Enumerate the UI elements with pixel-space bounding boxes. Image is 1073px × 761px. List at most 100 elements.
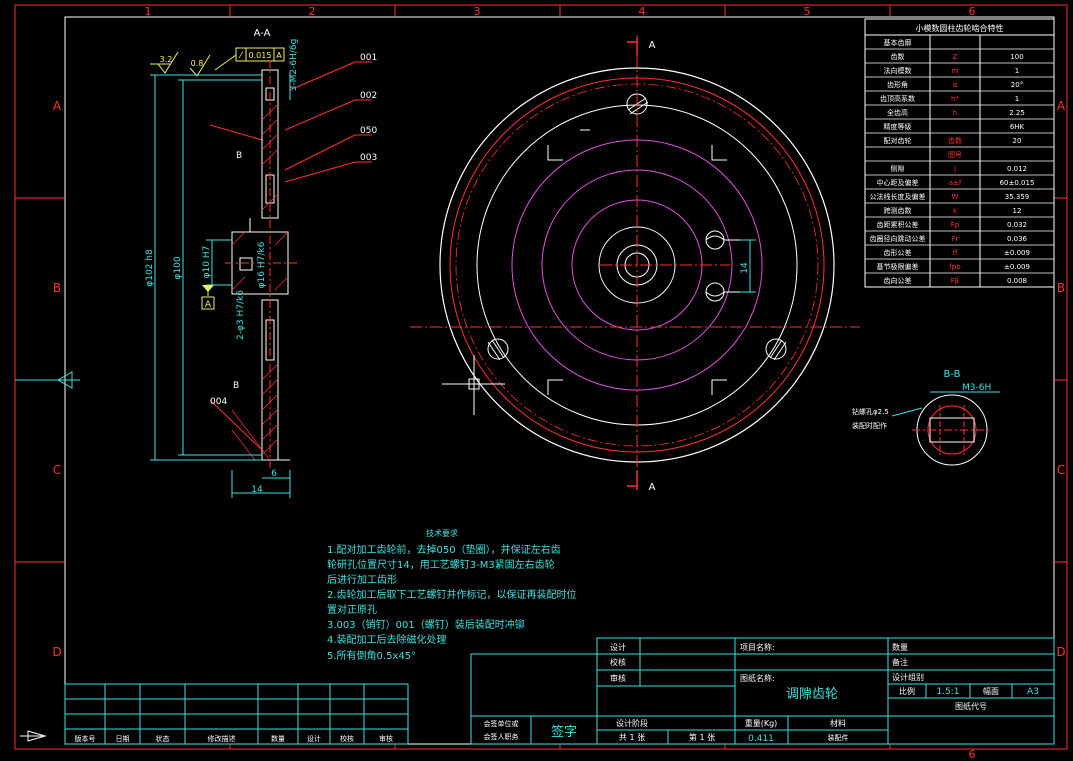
thread-callout: M3-6H <box>962 383 991 393</box>
tech-line-8: 5.所有倒角0.5x45° <box>327 649 416 662</box>
param-symbol: 图号 <box>948 151 962 159</box>
param-label: 全齿高 <box>887 108 908 117</box>
param-symbol: fpb <box>949 263 961 271</box>
tb-scale-value: 1.5:1 <box>936 687 959 697</box>
tb-material-value: 装配件 <box>828 733 849 742</box>
param-value: 6HK <box>1010 123 1025 131</box>
part-tag-003: 003 <box>360 153 377 163</box>
param-symbol: Fβ <box>951 277 960 285</box>
revision-header: 日期 <box>116 735 130 743</box>
param-symbol: a±f <box>949 179 962 187</box>
tb-remark: 备注 <box>892 657 908 667</box>
dim-pins: 2-φ3 H7/k6 <box>236 290 246 340</box>
param-label: 齿形公差 <box>884 248 912 257</box>
datum-label: A <box>205 300 212 310</box>
dim-inner-diameter: φ100 <box>173 256 183 279</box>
tech-line-7: 4.装配加工后去除磁化处理 <box>327 633 447 646</box>
bb-note-1: 钻螺孔φ2.5 <box>852 407 889 416</box>
svg-text:⁄: ⁄ <box>238 51 244 61</box>
dim-bore-large: φ16 H7/k6 <box>257 241 267 288</box>
param-label: 齿距累积公差 <box>877 220 919 229</box>
param-label: 跨测齿数 <box>884 206 912 215</box>
param-symbol: Fp <box>951 221 960 229</box>
param-value: 12 <box>1013 207 1022 215</box>
revision-header: 审核 <box>379 734 393 743</box>
tb-stage: 设计阶段 <box>616 718 648 728</box>
column-label-5: 5 <box>804 5 811 18</box>
section-mark-bottom: A <box>649 482 656 493</box>
param-label: 中心距及偏差 <box>877 178 919 187</box>
dim-bore-small: φ10 H7 <box>202 246 212 279</box>
param-symbol: Z <box>953 53 958 61</box>
param-label: 齿圈径向跳动公差 <box>870 234 926 243</box>
param-value: 0.036 <box>1007 235 1028 243</box>
dim-step: 6 <box>271 469 277 479</box>
drawing-canvas: 1 2 3 4 5 6 6 A B C D A B C D A-A 3.2 0.… <box>14 4 1068 761</box>
tech-line-1: 1.配对加工齿轮前，去掉050（垫圈），并保证左右齿 <box>327 543 561 556</box>
row-label-a: A <box>53 99 62 113</box>
row-label-d: D <box>52 645 61 659</box>
param-label: 基节极限偏差 <box>877 262 919 271</box>
param-label: 配对齿轮 <box>884 136 912 145</box>
side-mark-bottom: B <box>233 381 239 391</box>
tb-company-2: 会签人职务 <box>484 732 519 741</box>
param-label: 公法线长度及偏差 <box>870 192 926 201</box>
tb-drawing-code: 图纸代号 <box>955 701 987 711</box>
param-value: 20° <box>1011 81 1023 89</box>
param-value: 2.25 <box>1009 109 1025 117</box>
column-label-6: 6 <box>969 5 976 18</box>
bb-note-2: 装配时配作 <box>852 421 887 430</box>
column-label-3: 3 <box>474 5 481 18</box>
title-block-text: 设计 校核 审核 项目名称: 图纸名称: 调隙齿轮 数量 备注 设计组别 比例 … <box>484 642 1039 744</box>
tb-project-label: 项目名称: <box>740 642 775 652</box>
row-label-d-right: D <box>1056 645 1065 659</box>
row-label-c: C <box>53 463 61 477</box>
param-value: 100 <box>1010 53 1023 61</box>
revision-header: 修改描述 <box>208 734 236 743</box>
row-label-a-right: A <box>1057 99 1066 113</box>
param-label: 齿形角 <box>887 80 908 89</box>
tb-size-value: A3 <box>1027 687 1039 697</box>
tb-weight-value: 0.411 <box>748 734 774 744</box>
technical-requirements: 技术要求 1.配对加工齿轮前，去掉050（垫圈），并保证左右齿 轮研孔位置尺寸1… <box>327 528 577 662</box>
tb-drawing-name-label: 图纸名称: <box>740 673 775 683</box>
param-symbol: α <box>953 81 958 89</box>
param-symbol: 齿数 <box>948 136 962 145</box>
tb-check: 校核 <box>610 657 626 667</box>
roughness-value: 3.2 <box>160 55 173 64</box>
param-value: 20 <box>1013 137 1022 145</box>
param-value: 0.032 <box>1007 221 1027 229</box>
tap-callout: 3-M2-6H/6g <box>289 39 299 92</box>
row-label-b-right: B <box>1057 281 1065 295</box>
drawing-border: 1 2 3 4 5 6 6 A B C D A B C D <box>14 4 1068 761</box>
param-value: 1 <box>1015 95 1019 103</box>
tolerance-datum: A <box>276 51 282 60</box>
tech-line-2: 轮研孔位置尺寸14，用工艺螺钉3-M3紧固左右齿轮 <box>327 558 555 571</box>
row-label-b: B <box>53 281 61 295</box>
param-label: 法向模数 <box>884 66 912 75</box>
revision-table: 版本号 日期 状态 修改描述 数量 设计 校核 审核 <box>64 683 409 745</box>
param-value: 60±0.015 <box>1000 179 1035 187</box>
tb-size-label: 幅面 <box>983 686 999 696</box>
dim-width: 14 <box>251 485 263 495</box>
tb-quantity: 数量 <box>892 642 908 652</box>
column-label-2: 2 <box>309 5 316 18</box>
tb-design: 设计 <box>610 642 626 652</box>
row-label-c-right: C <box>1057 463 1065 477</box>
param-value: 0.012 <box>1007 165 1027 173</box>
tb-scale-label: 比例 <box>899 686 915 696</box>
crosshair-cursor <box>442 355 505 415</box>
tech-line-3: 后进行加工齿形 <box>327 573 397 586</box>
tech-line-6: 3.003（销钉）001（螺钉）装后装配时冲铆 <box>327 618 525 631</box>
tech-line-5: 置对正原孔 <box>327 603 377 616</box>
revision-header: 状态 <box>156 734 170 743</box>
part-tag-004: 004 <box>210 397 227 407</box>
tb-sheet-no: 第 1 张 <box>689 732 715 742</box>
flatness-value: 0.8 <box>191 59 204 68</box>
revision-header: 数量 <box>271 734 285 743</box>
param-table-title: 小模数圆柱齿轮啮合特性 <box>916 23 1004 33</box>
param-value: 35.359 <box>1005 193 1030 201</box>
param-symbol: h <box>953 109 957 117</box>
front-view-gear: 14 A A <box>410 35 860 493</box>
tb-signature: 签字 <box>551 724 577 740</box>
